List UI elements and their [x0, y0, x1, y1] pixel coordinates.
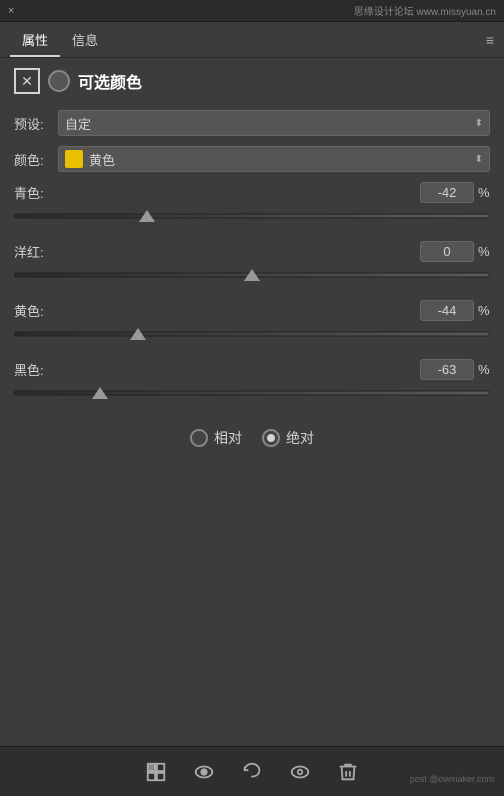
bottom-toolbar: post @owmaker.com: [0, 746, 504, 796]
black-track: [14, 391, 490, 396]
magenta-thumb[interactable]: [244, 269, 260, 281]
cyan-percent: %: [478, 185, 490, 200]
panel-header: ✕ 可选颜色: [14, 68, 490, 94]
eye-button[interactable]: [188, 756, 220, 788]
black-slider-row: 黑色: %: [14, 359, 490, 380]
cyan-slider-row: 青色: %: [14, 182, 490, 203]
x-icon: ✕: [21, 73, 33, 90]
tab-bar: 属性 信息 ≡: [0, 22, 504, 58]
radio-absolute[interactable]: 绝对: [262, 428, 314, 448]
panel-content: ✕ 可选颜色 预设: 自定 ⬍ 颜色: 黄色 ⬍ 青色: %: [0, 58, 504, 472]
cyan-track: [14, 214, 490, 219]
yellow-slider-section: 黄色: %: [14, 300, 490, 343]
color-arrow-icon: ⬍: [475, 154, 483, 165]
radio-relative[interactable]: 相对: [190, 428, 242, 448]
mask-button[interactable]: [140, 756, 172, 788]
radio-absolute-inner: [267, 434, 275, 442]
radio-absolute-outer: [262, 429, 280, 447]
preset-row: 预设: 自定 ⬍: [14, 110, 490, 136]
radio-relative-outer: [190, 429, 208, 447]
watermark-bottom: post @owmaker.com: [410, 774, 494, 784]
black-percent: %: [478, 362, 490, 377]
black-value-input[interactable]: [420, 359, 474, 380]
tab-info[interactable]: 信息: [60, 24, 110, 57]
color-select[interactable]: 黄色 ⬍: [58, 146, 490, 172]
cyan-slider-track[interactable]: [14, 207, 490, 225]
circle-icon: [48, 70, 70, 92]
preset-value: 自定: [65, 114, 91, 133]
trash-button[interactable]: [332, 756, 364, 788]
color-label: 颜色:: [14, 150, 58, 169]
eye2-button[interactable]: [284, 756, 316, 788]
yellow-thumb[interactable]: [130, 328, 146, 340]
panel-title: 可选颜色: [78, 69, 142, 93]
undo-button[interactable]: [236, 756, 268, 788]
yellow-slider-track[interactable]: [14, 325, 490, 343]
black-label: 黑色:: [14, 360, 58, 379]
top-bar: × 思缘设计论坛 www.missyuan.cn: [0, 0, 504, 22]
magenta-value-input[interactable]: [420, 241, 474, 262]
preset-arrow-icon: ⬍: [475, 118, 483, 129]
cyan-slider-section: 青色: %: [14, 182, 490, 225]
cyan-value-input[interactable]: [420, 182, 474, 203]
color-swatch: [65, 150, 83, 168]
color-name: 黄色: [89, 150, 115, 169]
black-thumb[interactable]: [92, 387, 108, 399]
black-slider-section: 黑色: %: [14, 359, 490, 402]
tab-properties[interactable]: 属性: [10, 24, 60, 57]
close-button[interactable]: ×: [8, 5, 20, 17]
yellow-percent: %: [478, 303, 490, 318]
radio-group: 相对 绝对: [14, 418, 490, 458]
magenta-percent: %: [478, 244, 490, 259]
tab-menu-icon[interactable]: ≡: [486, 32, 494, 48]
magenta-slider-section: 洋红: %: [14, 241, 490, 284]
magenta-slider-track[interactable]: [14, 266, 490, 284]
yellow-track: [14, 332, 490, 337]
yellow-slider-row: 黄色: %: [14, 300, 490, 321]
cyan-thumb[interactable]: [139, 210, 155, 222]
watermark: 思缘设计论坛 www.missyuan.cn: [354, 3, 496, 18]
magenta-slider-row: 洋红: %: [14, 241, 490, 262]
preset-select[interactable]: 自定 ⬍: [58, 110, 490, 136]
preset-label: 预设:: [14, 114, 58, 133]
cyan-label: 青色:: [14, 183, 58, 202]
color-row: 颜色: 黄色 ⬍: [14, 146, 490, 172]
yellow-label: 黄色:: [14, 301, 58, 320]
radio-relative-label: 相对: [214, 428, 242, 448]
yellow-value-input[interactable]: [420, 300, 474, 321]
black-slider-track[interactable]: [14, 384, 490, 402]
magenta-label: 洋红:: [14, 242, 58, 261]
radio-absolute-label: 绝对: [286, 428, 314, 448]
mask-icon-box: ✕: [14, 68, 40, 94]
